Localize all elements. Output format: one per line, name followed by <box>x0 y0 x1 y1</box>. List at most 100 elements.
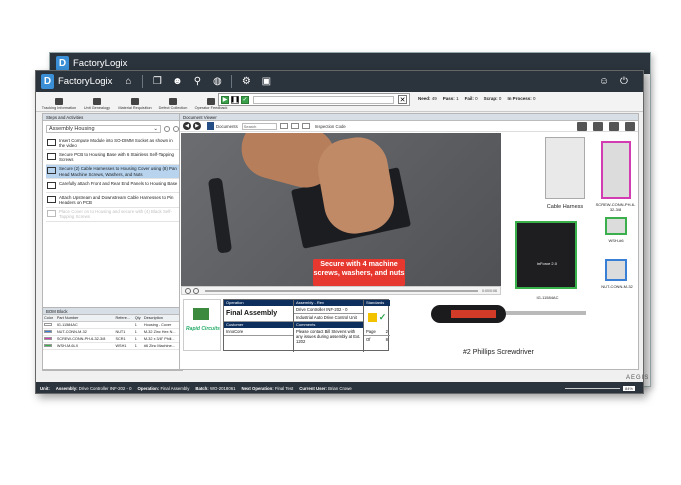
tracking-information-button[interactable]: Tracking Information <box>40 98 78 110</box>
bom-qty: 1 <box>133 328 143 336</box>
gear-icon[interactable] <box>301 123 310 129</box>
power-icon[interactable]: ⏻ <box>618 76 630 88</box>
page-row: Page 2 <box>364 329 390 336</box>
volume-icon[interactable] <box>193 287 199 294</box>
step-item[interactable]: Attach Upstream and Downstream Cable Har… <box>46 193 179 208</box>
approve-icon[interactable] <box>577 121 587 131</box>
pause-icon[interactable]: ❚❚ <box>230 95 240 104</box>
play-icon[interactable] <box>185 287 191 294</box>
customer-value: InnoCore <box>224 328 293 336</box>
viewer-header: Document Viewer <box>180 114 638 121</box>
tracking-icon <box>55 98 63 105</box>
print-icon[interactable] <box>609 121 619 131</box>
color-swatch <box>44 330 52 333</box>
chevron-down-icon: ⌄ <box>153 126 158 132</box>
user-icon[interactable]: ☺ <box>598 76 610 88</box>
screwdriver-label: #2 Phillips Screwdriver <box>463 349 534 356</box>
titlebar: D FactoryLogix ⌂ ❐ ☻ ⚲ ◍ ⚙ ▣ ☺ ⏻ <box>36 71 643 92</box>
of-row: Of 8 <box>366 337 388 342</box>
viewer-actions <box>577 121 635 131</box>
documents-label: Documents <box>216 123 238 129</box>
monitor-icon <box>47 138 56 146</box>
assembly-desc: Industrial Auto Drive Control Unit <box>294 314 363 322</box>
color-swatch <box>44 323 52 326</box>
bom-part: SCREW-CONN-PH-6-32-3/8 <box>55 335 115 343</box>
bom-color <box>43 328 56 336</box>
unit-input[interactable] <box>253 95 394 104</box>
settings-icon[interactable]: ⚙ <box>240 76 252 88</box>
location-icon[interactable]: ⚲ <box>191 76 203 88</box>
main-window: D FactoryLogix ⌂ ❐ ☻ ⚲ ◍ ⚙ ▣ ☺ ⏻ Trackin… <box>35 70 644 394</box>
step-item[interactable]: Insert Compute Module into SO-DIMM Socke… <box>46 136 179 151</box>
bom-desc: Housing - Cover <box>142 321 182 329</box>
home-icon[interactable]: ⌂ <box>122 76 134 88</box>
unit-genealogy-button[interactable]: Unit Genealogy <box>78 98 116 110</box>
previous-icon[interactable]: ◀ <box>183 122 191 130</box>
assembly-dropdown[interactable]: Assembly Housing ⌄ <box>46 125 161 133</box>
bom-row[interactable]: WSH-M-6LX WSH1 1 #6 Zinc Machine... <box>43 342 182 350</box>
unit-control-bar: ▶ ❚❚ ✓ ✕ <box>218 93 410 106</box>
bom-qty: 1 <box>133 335 143 343</box>
comments-value: Please contact Bill Stevens with any iss… <box>296 329 361 344</box>
bom-color <box>43 342 56 350</box>
zoom-slider[interactable] <box>565 388 620 389</box>
tool-label: Material Requisition <box>118 106 152 110</box>
scrap-count: Scrap: 0 <box>483 96 502 101</box>
screw-image <box>601 141 631 199</box>
assembly-value: Drive Controller INF-202 - 0 <box>294 306 363 314</box>
bom-row[interactable]: SCREW-CONN-PH-6-32-3/8 SCR1 1 M-32 x 3/8" P… <box>43 335 182 343</box>
next-icon[interactable]: ▶ <box>193 122 201 130</box>
documents-icon[interactable]: ❐ <box>151 76 163 88</box>
status-operation: Operation: Final Assembly <box>137 386 190 391</box>
step-item[interactable]: Place Cover on to Housing and secure wit… <box>46 208 179 223</box>
document-viewer: Document Viewer ◀ ▶ Documents Search Ins… <box>179 113 639 370</box>
settings-icon[interactable] <box>164 126 170 132</box>
parts-images: Cable Harness SCREW-CONN-PH-6-32-3/8 WSH… <box>505 133 638 300</box>
zoom-value[interactable]: 84% <box>622 386 635 391</box>
copy-icon[interactable] <box>593 121 603 131</box>
status-assembly: Assembly: Drive Controller INF-202 - 0 <box>55 386 132 391</box>
operation-value: Final Assembly <box>224 306 293 322</box>
tool-label: Tracking Information <box>41 106 77 110</box>
clipboard-icon[interactable]: ▣ <box>260 76 272 88</box>
monitor-icon <box>47 210 56 218</box>
binoculars-icon[interactable] <box>290 123 299 129</box>
shaft-shape <box>506 311 586 315</box>
bom-color <box>43 321 56 329</box>
video-controls: 0:00/0:06 <box>181 286 501 295</box>
app-name: FactoryLogix <box>73 58 128 69</box>
bom-panel: BOM Block Color Part Number Refere... Qt… <box>42 307 183 370</box>
rapid-circuits-logo: Rapid Circuits <box>183 299 221 351</box>
screw-label: SCREW-CONN-PH-6-32-3/8 <box>595 202 636 212</box>
check-icon[interactable]: ✓ <box>241 95 249 104</box>
close-icon[interactable]: ✕ <box>398 95 407 104</box>
bom-ref: NUT1 <box>114 328 134 336</box>
washer-image <box>605 217 627 235</box>
filter-icon[interactable] <box>279 123 288 129</box>
bom-body: IG-11584AC 1 Housing - Cover NUT-CONN-M-32 N… <box>43 321 182 350</box>
bom-ref: SCR1 <box>114 335 134 343</box>
play-icon[interactable]: ▶ <box>221 95 229 104</box>
search-input[interactable]: Search <box>241 122 277 130</box>
globe-icon[interactable]: ◍ <box>211 76 223 88</box>
print-all-icon[interactable] <box>625 121 635 131</box>
step-item-active[interactable]: Secure (2) Cable Harnesses to Housing Co… <box>46 164 179 180</box>
bom-part: WSH-M-6LX <box>55 342 115 350</box>
steps-panel-header: Steps and Activities <box>43 114 182 121</box>
users-icon[interactable]: ☻ <box>171 76 183 88</box>
viewer-toolbar: ◀ ▶ Documents Search Inspection Code <box>180 121 638 132</box>
monitor-icon <box>47 195 56 203</box>
steps-list: Insert Compute Module into SO-DIMM Socke… <box>46 136 179 223</box>
bom-row[interactable]: IG-11584AC 1 Housing - Cover <box>43 321 182 329</box>
cable-harness-image <box>545 137 585 199</box>
step-item[interactable]: Secure PCB to Housing Base with 6 Stainl… <box>46 150 179 165</box>
instruction-video[interactable]: Secure with 4 machine screws, washers, a… <box>181 133 501 286</box>
document-icon <box>207 122 214 130</box>
step-item[interactable]: Carefully attach Front and Rear End Pane… <box>46 179 179 194</box>
assembly-column: Assembly - Rev Drive Controller INF-202 … <box>294 300 364 352</box>
seek-bar[interactable] <box>205 289 478 292</box>
defect-collection-button[interactable]: Defect Collection <box>154 98 192 110</box>
bom-row[interactable]: NUT-CONN-M-32 NUT1 1 M-32 Zinc Hex N... <box>43 328 182 336</box>
material-requisition-button[interactable]: Material Requisition <box>116 98 154 110</box>
in-process-count: In Process: 0 <box>507 96 536 101</box>
